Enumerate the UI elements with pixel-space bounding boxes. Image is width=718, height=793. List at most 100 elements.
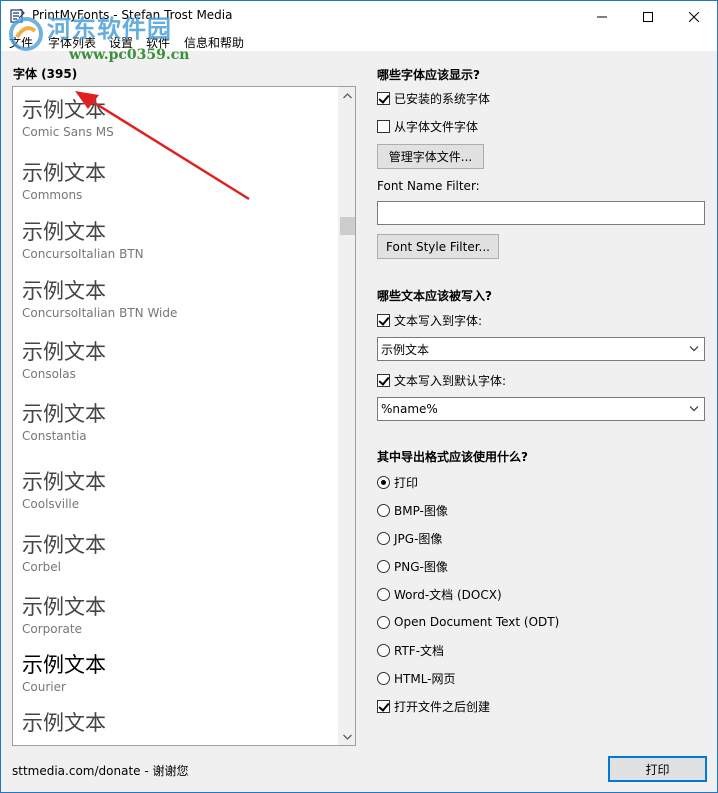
- export-option-label: Open Document Text (ODT): [394, 615, 560, 629]
- font-name-filter-label: Font Name Filter:: [377, 179, 480, 193]
- font-sample-text: 示例文本: [22, 595, 106, 619]
- export-section-heading: 其中导出格式应该使用什么?: [377, 450, 528, 464]
- app-window: PrintMyFonts - Stefan Trost Media 文件 字体列…: [0, 0, 718, 793]
- menu-bar: 文件 字体列表 设置 软件 信息和帮助: [1, 32, 717, 51]
- menu-software[interactable]: 软件: [146, 34, 170, 51]
- font-list-item[interactable]: 示例文本: [22, 710, 106, 736]
- font-list-scrollbar[interactable]: [338, 87, 355, 745]
- font-files-label: 从字体文件字体: [394, 119, 479, 134]
- write-to-default-checkbox-row[interactable]: 文本写入到默认字体:: [377, 372, 506, 388]
- chevron-down-icon: [689, 346, 699, 352]
- export-option-odt[interactable]: Open Document Text (ODT): [377, 614, 559, 630]
- export-option-html[interactable]: HTML-网页: [377, 670, 456, 686]
- font-list-item[interactable]: 示例文本 Comic Sans MS: [22, 97, 114, 140]
- font-sample-text: 示例文本: [22, 98, 106, 122]
- font-list-item[interactable]: 示例文本 Commons: [22, 160, 106, 203]
- export-radio[interactable]: [377, 671, 390, 685]
- write-to-font-value: 示例文本: [381, 342, 430, 357]
- font-name: Consolas: [22, 367, 76, 381]
- write-to-font-checkbox[interactable]: [377, 313, 390, 327]
- font-files-checkbox-row[interactable]: 从字体文件字体: [377, 118, 478, 134]
- export-option-bmp[interactable]: BMP-图像: [377, 502, 448, 518]
- export-radio[interactable]: [377, 615, 390, 629]
- installed-fonts-checkbox[interactable]: [377, 91, 390, 105]
- font-name: Coolsville: [22, 497, 80, 511]
- font-sample-text: 示例文本: [22, 279, 106, 303]
- font-list-item[interactable]: 示例文本 Coolsville: [22, 469, 106, 512]
- installed-fonts-checkbox-row[interactable]: 已安装的系统字体: [377, 90, 490, 106]
- export-radio[interactable]: [377, 587, 390, 601]
- export-radio[interactable]: [377, 643, 390, 657]
- font-sample-text: 示例文本: [22, 711, 106, 735]
- display-section-heading: 哪些字体应该显示?: [377, 68, 480, 82]
- menu-help[interactable]: 信息和帮助: [184, 34, 244, 51]
- export-option-label: HTML-网页: [394, 671, 456, 686]
- font-sample-text: 示例文本: [22, 402, 106, 426]
- font-style-filter-button[interactable]: Font Style Filter...: [377, 234, 499, 259]
- export-radio[interactable]: [377, 503, 390, 517]
- open-after-create-checkbox-row[interactable]: 打开文件之后创建: [377, 698, 490, 714]
- menu-settings[interactable]: 设置: [109, 34, 133, 51]
- chevron-up-icon: [343, 92, 352, 98]
- menu-font-list[interactable]: 字体列表: [48, 34, 96, 51]
- scroll-up-button[interactable]: [339, 87, 355, 104]
- scroll-thumb[interactable]: [340, 217, 355, 235]
- write-to-default-checkbox[interactable]: [377, 373, 390, 387]
- font-name: Courier: [22, 680, 66, 694]
- scroll-down-button[interactable]: [339, 728, 355, 745]
- write-to-font-label: 文本写入到字体:: [394, 313, 483, 328]
- print-button[interactable]: 打印: [608, 756, 707, 782]
- write-to-font-select[interactable]: 示例文本: [377, 337, 705, 361]
- font-name: ConcursoItalian BTN: [22, 247, 144, 261]
- minimize-icon: [597, 16, 607, 17]
- font-list-item[interactable]: 示例文本 Courier: [22, 652, 106, 695]
- close-button[interactable]: [671, 1, 717, 32]
- manage-font-files-button[interactable]: 管理字体文件...: [377, 144, 484, 169]
- write-to-default-select[interactable]: %name%: [377, 397, 705, 421]
- minimize-button[interactable]: [579, 1, 625, 32]
- open-after-create-checkbox[interactable]: [377, 699, 390, 713]
- export-option-label: 打印: [394, 475, 419, 490]
- open-after-create-label: 打开文件之后创建: [394, 699, 491, 714]
- font-list-item[interactable]: 示例文本 Corporate: [22, 594, 106, 637]
- export-option-png[interactable]: PNG-图像: [377, 558, 448, 574]
- app-icon: [10, 8, 26, 24]
- menu-file[interactable]: 文件: [9, 34, 33, 51]
- export-option-print[interactable]: 打印: [377, 474, 418, 490]
- font-count-heading: 字体 (395): [13, 67, 78, 81]
- font-list-item[interactable]: 示例文本 ConcursoItalian BTN Wide: [22, 278, 177, 321]
- export-radio[interactable]: [377, 475, 390, 489]
- font-name-filter-input[interactable]: [377, 201, 705, 225]
- text-section-heading: 哪些文本应该被写入?: [377, 289, 492, 303]
- font-name: Commons: [22, 188, 83, 202]
- font-sample-text: 示例文本: [22, 533, 106, 557]
- font-list-item[interactable]: 示例文本 Consolas: [22, 339, 106, 382]
- export-option-rtf[interactable]: RTF-文档: [377, 642, 444, 658]
- font-sample-text: 示例文本: [22, 470, 106, 494]
- font-sample-text: 示例文本: [22, 220, 106, 244]
- font-name: Corbel: [22, 560, 61, 574]
- maximize-icon: [643, 11, 653, 22]
- font-list-item[interactable]: 示例文本 Corbel: [22, 532, 106, 575]
- font-list-item[interactable]: 示例文本 Constantia: [22, 401, 106, 444]
- chevron-down-icon: [343, 734, 352, 740]
- font-name: ConcursoItalian BTN Wide: [22, 306, 178, 320]
- donate-link[interactable]: sttmedia.com/donate - 谢谢您: [12, 762, 189, 779]
- font-list-item[interactable]: 示例文本 ConcursoItalian BTN: [22, 219, 144, 262]
- font-list[interactable]: 示例文本 Comic Sans MS 示例文本 Commons 示例文本 Con…: [12, 86, 356, 746]
- font-sample-text: 示例文本: [22, 653, 106, 677]
- maximize-button[interactable]: [625, 1, 671, 32]
- installed-fonts-label: 已安装的系统字体: [394, 91, 491, 106]
- font-files-checkbox[interactable]: [377, 119, 390, 133]
- write-to-default-value: %name%: [381, 402, 438, 416]
- export-option-label: RTF-文档: [394, 643, 445, 658]
- title-bar: PrintMyFonts - Stefan Trost Media: [1, 1, 717, 32]
- export-radio[interactable]: [377, 559, 390, 573]
- font-name: Constantia: [22, 429, 87, 443]
- export-option-label: Word-文档 (DOCX): [394, 587, 502, 602]
- font-name: Comic Sans MS: [22, 125, 114, 139]
- export-option-jpg[interactable]: JPG-图像: [377, 530, 442, 546]
- export-radio[interactable]: [377, 531, 390, 545]
- write-to-font-checkbox-row[interactable]: 文本写入到字体:: [377, 312, 482, 328]
- export-option-docx[interactable]: Word-文档 (DOCX): [377, 586, 502, 602]
